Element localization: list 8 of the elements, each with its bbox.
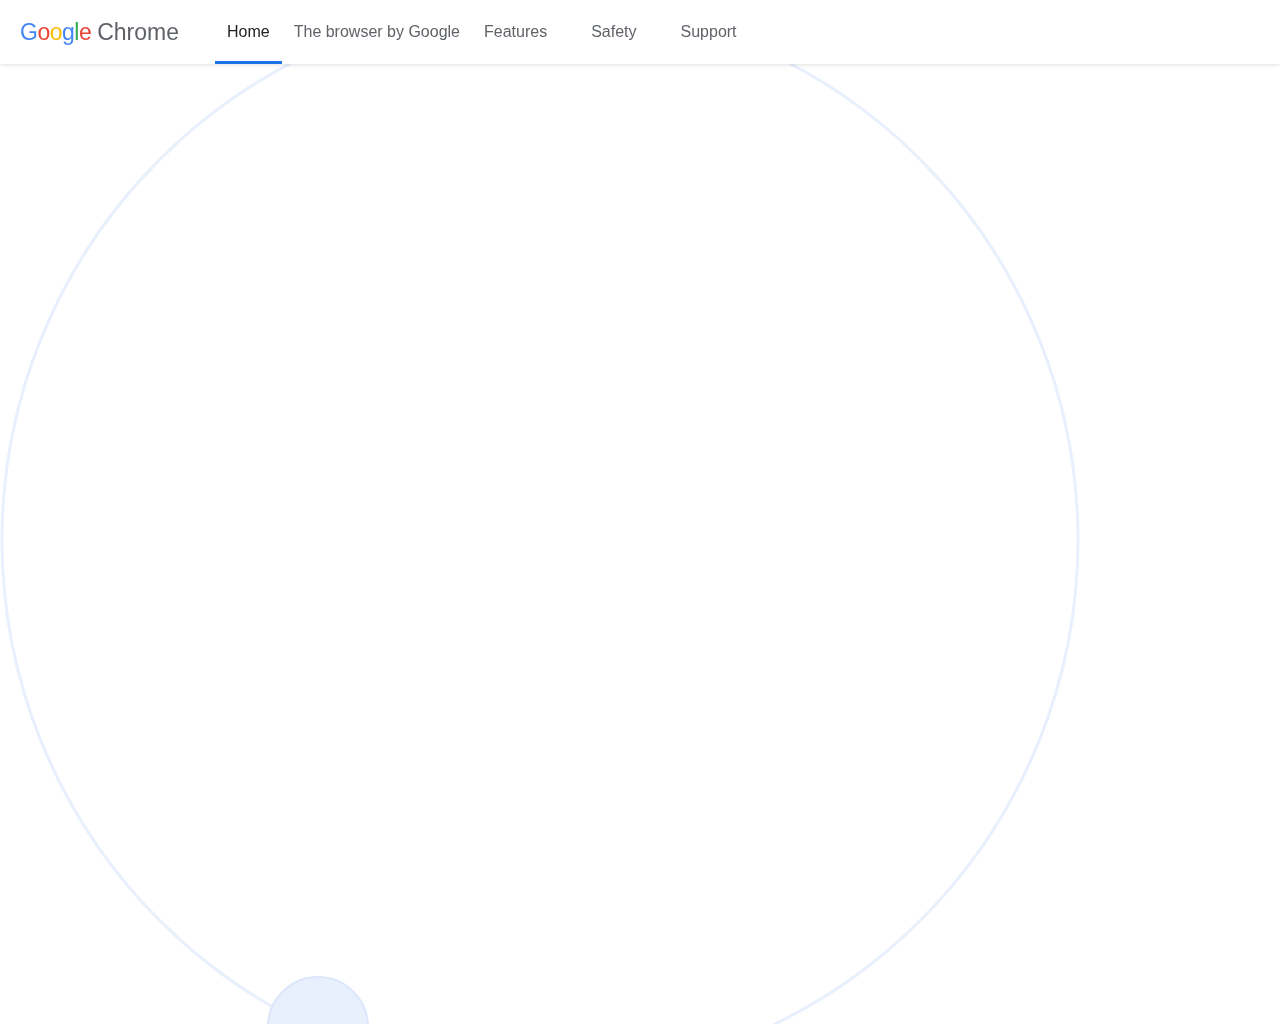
nav-tab[interactable]: Support xyxy=(668,0,749,64)
logo[interactable]: Google Chrome xyxy=(20,0,179,64)
nav-tab[interactable]: Home xyxy=(215,0,282,64)
logo-wordmark: Google xyxy=(20,18,92,46)
nav-tab[interactable]: The browser by Google xyxy=(281,0,472,64)
nav-tab[interactable]: Safety xyxy=(579,0,649,64)
product-name: Chrome xyxy=(97,18,179,46)
nav-tab[interactable]: Features xyxy=(472,0,560,64)
